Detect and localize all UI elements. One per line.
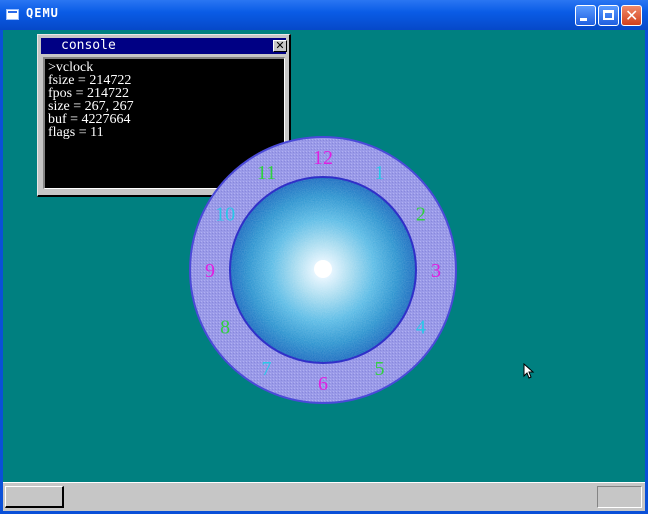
maximize-button[interactable]	[598, 5, 619, 26]
clock-numeral-7: 7	[262, 358, 272, 380]
system-tray	[597, 486, 642, 508]
console-close-button[interactable]: ✕	[273, 40, 287, 52]
start-button[interactable]	[5, 486, 64, 508]
title-bar[interactable]: QEMU ✕	[0, 0, 648, 30]
qemu-window: QEMU ✕ console ✕ >vclock fsize = 214722 fp…	[0, 0, 648, 514]
clock-center	[314, 260, 332, 278]
window-icon[interactable]	[6, 9, 19, 20]
console-title-bar[interactable]: console ✕	[41, 38, 287, 54]
clock-numeral-5: 5	[375, 358, 385, 380]
clock-widget: 121234567891011	[189, 136, 457, 404]
window-title: QEMU	[26, 6, 59, 20]
clock-numeral-4: 4	[416, 317, 426, 339]
clock-numeral-11: 11	[257, 162, 276, 184]
clock-numeral-10: 10	[215, 204, 235, 226]
minimize-button[interactable]	[575, 5, 596, 26]
clock-numeral-6: 6	[318, 373, 328, 395]
close-icon: ✕	[625, 6, 639, 25]
guest-desktop[interactable]: console ✕ >vclock fsize = 214722 fpos = 21…	[3, 30, 645, 482]
clock-numeral-12: 12	[313, 147, 333, 169]
clock-numeral-2: 2	[416, 204, 426, 226]
clock-numeral-8: 8	[220, 317, 230, 339]
close-button[interactable]: ✕	[621, 5, 642, 26]
mouse-pointer-icon	[523, 363, 535, 379]
taskbar	[3, 482, 645, 511]
clock-numeral-3: 3	[431, 260, 441, 282]
console-title: console	[61, 38, 116, 53]
clock-numeral-9: 9	[205, 260, 215, 282]
minimize-icon	[580, 18, 587, 21]
clock-numeral-1: 1	[375, 162, 385, 184]
maximize-icon	[603, 10, 614, 20]
